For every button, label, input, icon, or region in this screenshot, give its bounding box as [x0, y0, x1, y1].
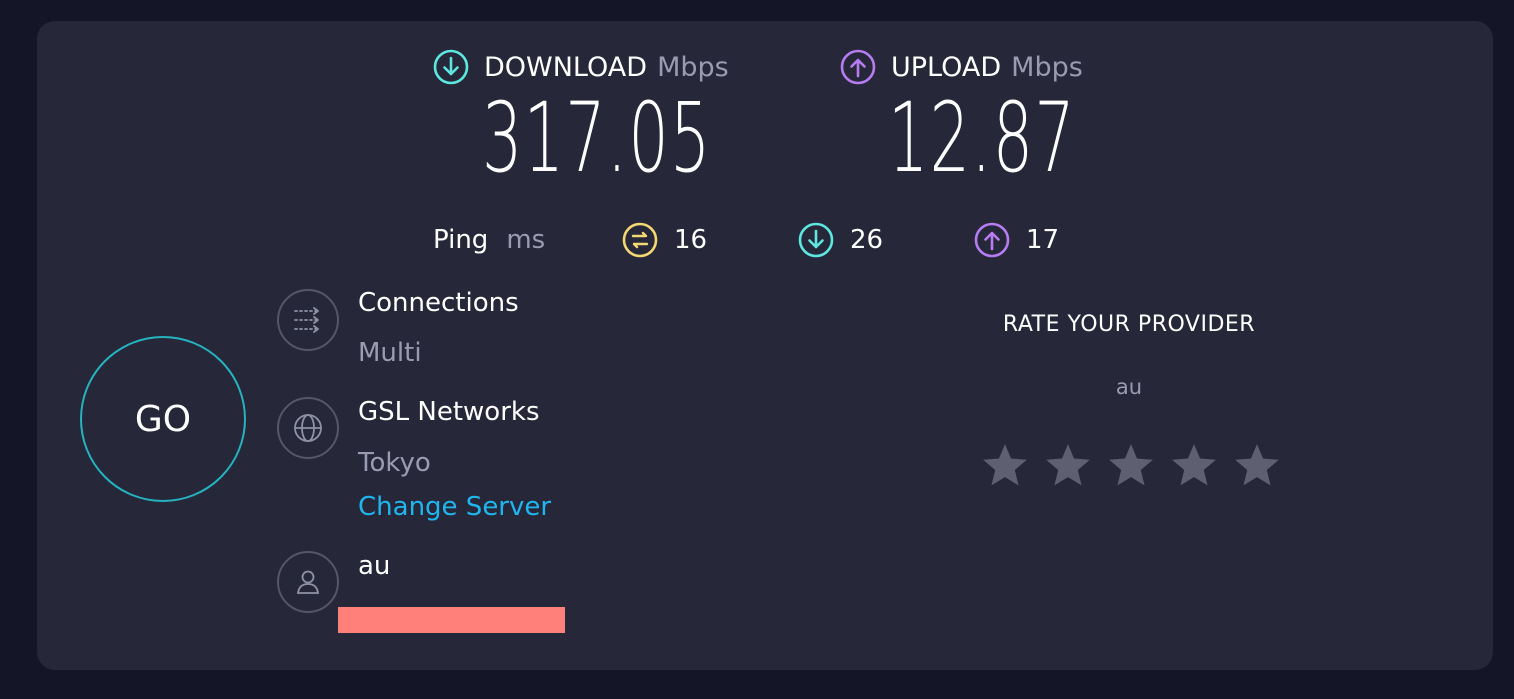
- go-button[interactable]: GO: [80, 336, 246, 502]
- star-icon-4[interactable]: [1169, 440, 1219, 490]
- arrow-down-circle-icon: [433, 49, 469, 85]
- upload-speed-value: 12.87: [888, 82, 1076, 194]
- ping-label: Ping: [433, 225, 489, 255]
- ping-header: Ping ms: [433, 220, 545, 260]
- change-server-link[interactable]: Change Server: [358, 492, 551, 522]
- arrow-down-circle-icon: [798, 222, 834, 258]
- star-rating: [980, 440, 1282, 490]
- ping-upload: 17: [974, 220, 1059, 260]
- arrow-up-circle-icon: [840, 49, 876, 85]
- redacted-ip-bar: [338, 607, 565, 633]
- rate-provider-name: au: [1115, 375, 1143, 399]
- rate-provider-title: RATE YOUR PROVIDER: [1002, 312, 1256, 337]
- star-icon-3[interactable]: [1106, 440, 1156, 490]
- ping-unit: ms: [506, 225, 546, 255]
- go-button-label: GO: [134, 398, 192, 440]
- arrow-up-circle-icon: [974, 222, 1010, 258]
- provider-name: au: [358, 551, 391, 581]
- globe-icon: [277, 397, 339, 459]
- ping-jitter-icon: [622, 222, 658, 258]
- ping-download-value: 26: [850, 225, 884, 255]
- ping-idle-value: 16: [674, 225, 708, 255]
- user-icon: [277, 551, 339, 613]
- star-icon-2[interactable]: [1043, 440, 1093, 490]
- connections-title: Connections: [358, 288, 519, 318]
- star-icon-5[interactable]: [1232, 440, 1282, 490]
- results-panel: [37, 21, 1493, 670]
- connections-icon: [277, 289, 339, 351]
- server-name: GSL Networks: [358, 397, 540, 427]
- ping-upload-value: 17: [1026, 225, 1060, 255]
- download-speed-value: 317.05: [482, 82, 712, 194]
- server-location: Tokyo: [358, 448, 431, 478]
- ping-idle: 16: [622, 220, 707, 260]
- ping-download: 26: [798, 220, 883, 260]
- star-icon-1[interactable]: [980, 440, 1030, 490]
- connections-value: Multi: [358, 338, 422, 368]
